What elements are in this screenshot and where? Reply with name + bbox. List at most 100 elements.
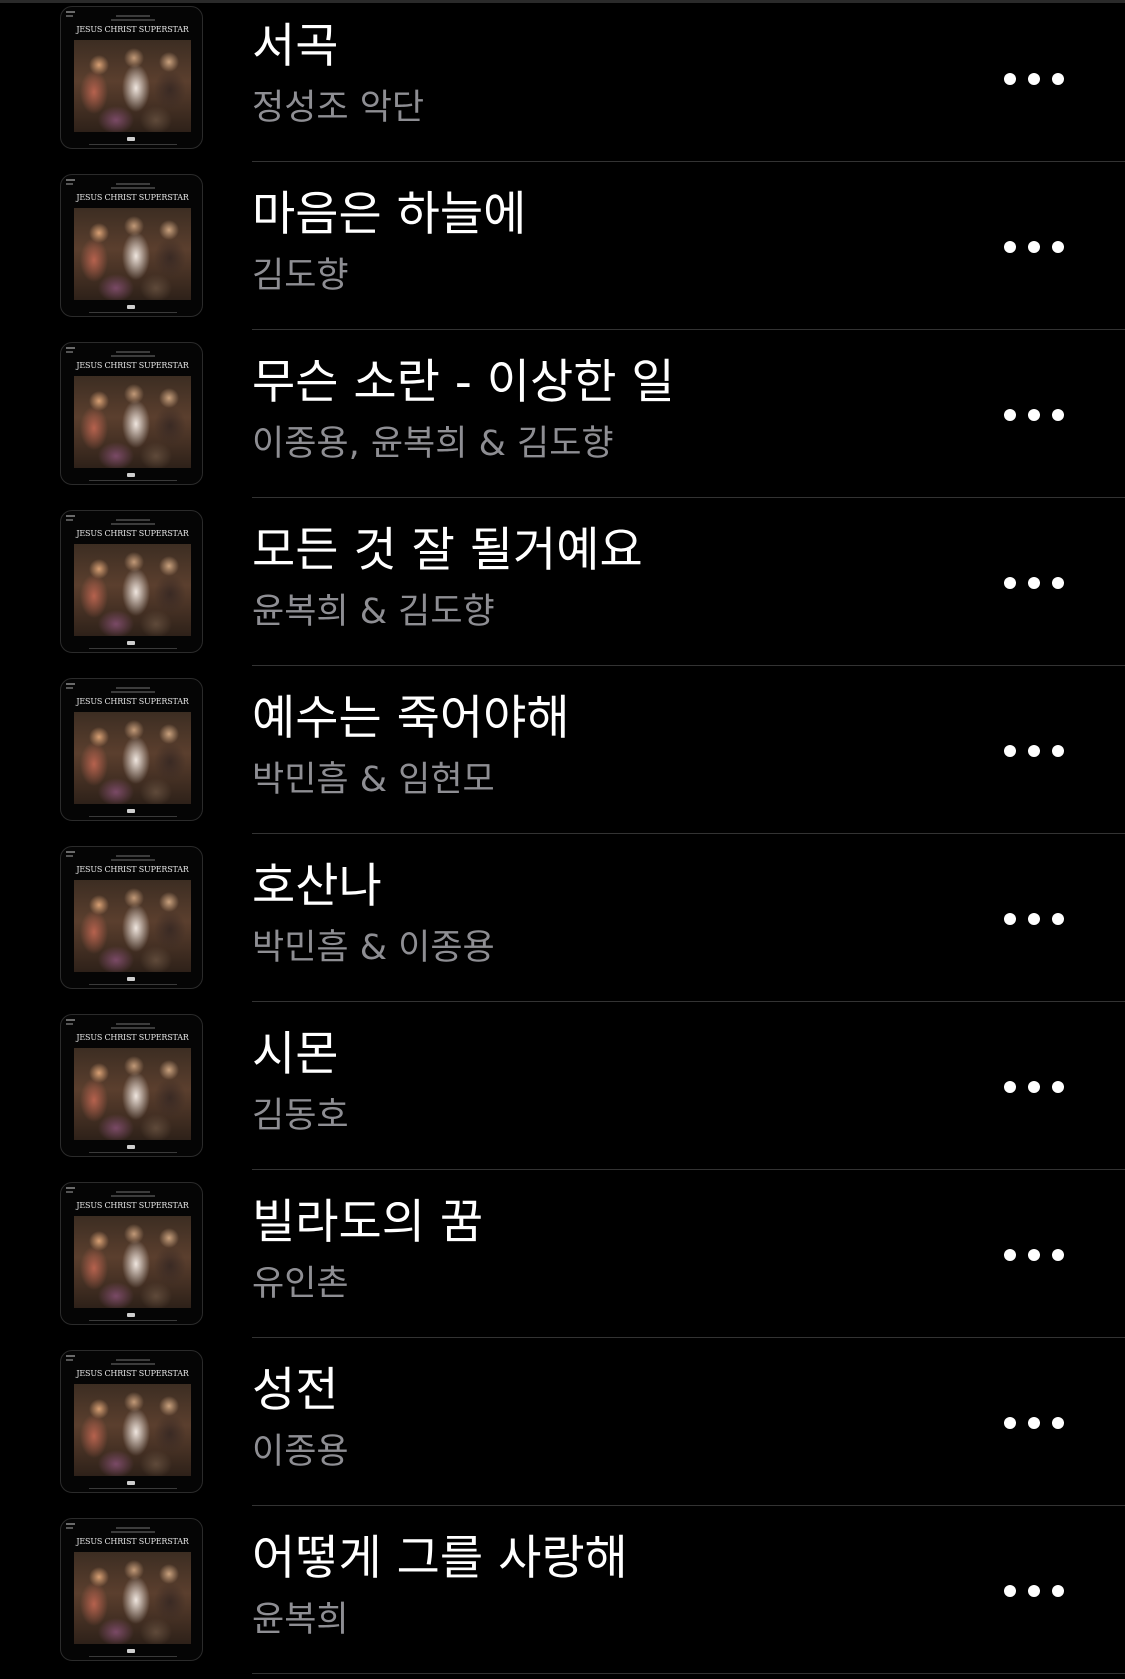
cover-credit-line xyxy=(116,1191,150,1193)
album-cover-photo xyxy=(74,208,191,300)
track-title: 서곡 xyxy=(252,19,339,74)
cover-credit-line xyxy=(111,691,155,693)
track-title: 예수는 죽어야해 xyxy=(252,691,570,746)
ellipsis-horizontal-icon xyxy=(1052,241,1064,253)
cover-credit-line xyxy=(116,1359,150,1361)
cover-credit-line xyxy=(89,984,177,985)
cover-credit-line xyxy=(116,519,150,521)
ellipsis-horizontal-icon xyxy=(1028,1081,1040,1093)
ellipsis-horizontal-icon xyxy=(1052,577,1064,589)
track-row[interactable]: JESUS CHRIST SUPERSTAR 어떻게 그를 사랑해 윤복희 xyxy=(0,1513,1125,1679)
cover-credit-line xyxy=(116,687,150,689)
track-artist: 박민흠 & 이종용 xyxy=(252,928,495,968)
more-options-button[interactable] xyxy=(1004,395,1064,435)
ellipsis-horizontal-icon xyxy=(1052,409,1064,421)
album-cover-title: JESUS CHRIST SUPERSTAR xyxy=(76,25,189,34)
row-separator xyxy=(252,161,1125,162)
track-title: 성전 xyxy=(252,1363,339,1418)
album-cover-title: JESUS CHRIST SUPERSTAR xyxy=(76,1201,189,1210)
more-options-button[interactable] xyxy=(1004,1571,1064,1611)
track-artist: 유인촌 xyxy=(252,1264,349,1304)
track-row[interactable]: JESUS CHRIST SUPERSTAR 시몬 김동호 xyxy=(0,1009,1125,1177)
cover-credit-line xyxy=(111,1531,155,1533)
album-cover-photo xyxy=(74,880,191,972)
ellipsis-horizontal-icon xyxy=(1004,1585,1016,1597)
ellipsis-horizontal-icon xyxy=(1028,1585,1040,1597)
more-options-button[interactable] xyxy=(1004,227,1064,267)
track-row[interactable]: JESUS CHRIST SUPERSTAR 예수는 죽어야해 박민흠 & 임현… xyxy=(0,673,1125,841)
album-cover-photo xyxy=(74,40,191,132)
album-cover-photo xyxy=(74,1216,191,1308)
ellipsis-horizontal-icon xyxy=(1004,1417,1016,1429)
cover-credit-line xyxy=(111,1363,155,1365)
track-row[interactable]: JESUS CHRIST SUPERSTAR 무슨 소란 - 이상한 일 이종용… xyxy=(0,337,1125,505)
track-row[interactable]: JESUS CHRIST SUPERSTAR 모든 것 잘 될거예요 윤복희 &… xyxy=(0,505,1125,673)
label-logo-mark xyxy=(66,683,75,685)
label-logo-mark xyxy=(66,1527,73,1529)
album-artwork: JESUS CHRIST SUPERSTAR xyxy=(60,1014,203,1157)
cover-badge xyxy=(127,305,135,309)
more-options-button[interactable] xyxy=(1004,1403,1064,1443)
cover-credit-line xyxy=(111,355,155,357)
more-options-button[interactable] xyxy=(1004,1067,1064,1107)
label-logo-mark xyxy=(66,515,75,517)
label-logo-mark xyxy=(66,347,75,349)
cover-credit-line xyxy=(116,1023,150,1025)
track-list-screen: JESUS CHRIST SUPERSTAR 서곡 정성조 악단 JESUS C… xyxy=(0,0,1125,1679)
label-logo-mark xyxy=(66,687,73,689)
more-options-button[interactable] xyxy=(1004,731,1064,771)
cover-credit-line xyxy=(111,1195,155,1197)
ellipsis-horizontal-icon xyxy=(1004,913,1016,925)
row-separator xyxy=(252,497,1125,498)
album-artwork: JESUS CHRIST SUPERSTAR xyxy=(60,510,203,653)
album-artwork: JESUS CHRIST SUPERSTAR xyxy=(60,1182,203,1325)
album-artwork: JESUS CHRIST SUPERSTAR xyxy=(60,1518,203,1661)
ellipsis-horizontal-icon xyxy=(1004,73,1016,85)
cover-credit-line xyxy=(89,312,177,313)
ellipsis-horizontal-icon xyxy=(1004,577,1016,589)
track-title: 마음은 하늘에 xyxy=(252,187,527,242)
cover-credit-line xyxy=(116,351,150,353)
cover-badge xyxy=(127,1145,135,1149)
ellipsis-horizontal-icon xyxy=(1052,1585,1064,1597)
track-artist: 김도향 xyxy=(252,256,349,296)
ellipsis-horizontal-icon xyxy=(1004,409,1016,421)
row-separator xyxy=(252,1169,1125,1170)
label-logo-mark xyxy=(66,1187,75,1189)
label-logo-mark xyxy=(66,851,75,853)
label-logo-mark xyxy=(66,183,73,185)
track-row[interactable]: JESUS CHRIST SUPERSTAR 호산나 박민흠 & 이종용 xyxy=(0,841,1125,1009)
cover-badge xyxy=(127,1313,135,1317)
label-logo-mark xyxy=(66,15,73,17)
cover-badge xyxy=(127,1481,135,1485)
cover-credit-line xyxy=(111,859,155,861)
cover-credit-line xyxy=(116,15,150,17)
track-title: 시몬 xyxy=(252,1027,339,1082)
track-row[interactable]: JESUS CHRIST SUPERSTAR 빌라도의 꿈 유인촌 xyxy=(0,1177,1125,1345)
ellipsis-horizontal-icon xyxy=(1052,913,1064,925)
album-cover-title: JESUS CHRIST SUPERSTAR xyxy=(76,1033,189,1042)
label-logo-mark xyxy=(66,1023,73,1025)
label-logo-mark xyxy=(66,519,73,521)
more-options-button[interactable] xyxy=(1004,59,1064,99)
cover-credit-line xyxy=(89,816,177,817)
album-artwork: JESUS CHRIST SUPERSTAR xyxy=(60,1350,203,1493)
track-row[interactable]: JESUS CHRIST SUPERSTAR 서곡 정성조 악단 xyxy=(0,1,1125,169)
cover-badge xyxy=(127,473,135,477)
row-separator xyxy=(252,1673,1125,1674)
row-separator xyxy=(252,1337,1125,1338)
album-cover-photo xyxy=(74,544,191,636)
cover-credit-line xyxy=(111,19,155,21)
album-artwork: JESUS CHRIST SUPERSTAR xyxy=(60,6,203,149)
more-options-button[interactable] xyxy=(1004,1235,1064,1275)
label-logo-mark xyxy=(66,1523,75,1525)
more-options-button[interactable] xyxy=(1004,563,1064,603)
ellipsis-horizontal-icon xyxy=(1028,577,1040,589)
cover-credit-line xyxy=(89,480,177,481)
cover-credit-line xyxy=(89,144,177,145)
track-artist: 김동호 xyxy=(252,1096,349,1136)
track-row[interactable]: JESUS CHRIST SUPERSTAR 마음은 하늘에 김도향 xyxy=(0,169,1125,337)
more-options-button[interactable] xyxy=(1004,899,1064,939)
track-row[interactable]: JESUS CHRIST SUPERSTAR 성전 이종용 xyxy=(0,1345,1125,1513)
cover-credit-line xyxy=(89,648,177,649)
